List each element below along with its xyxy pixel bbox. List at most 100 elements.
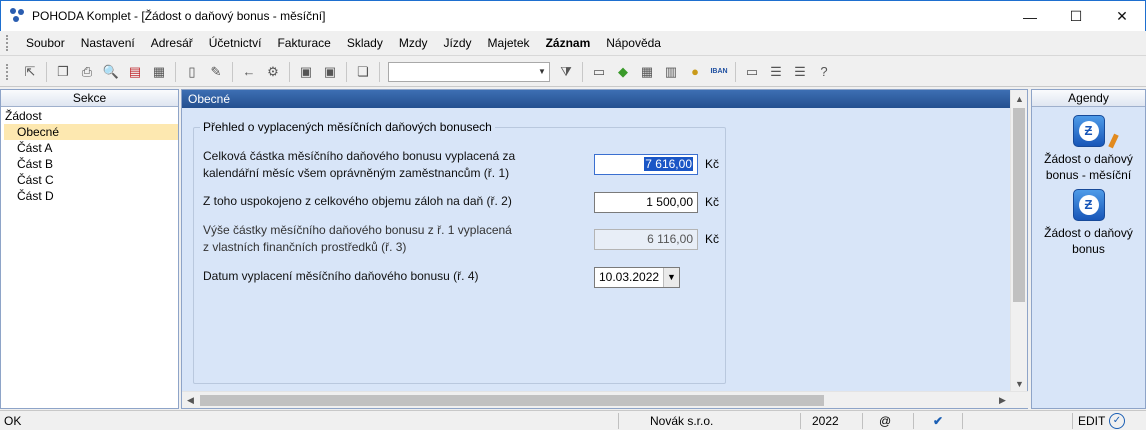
agendas-panel: Agendy Ƶ Žádost o daňový bonus - měsíční… xyxy=(1031,89,1146,409)
field-4-label: Datum vyplacení měsíčního daňového bonus… xyxy=(203,269,479,283)
toolbar-separator xyxy=(46,61,47,82)
chevron-down-icon[interactable]: ▼ xyxy=(663,268,679,287)
scroll-left-icon[interactable]: ◀ xyxy=(182,392,199,409)
vertical-scrollbar[interactable]: ▲ ▼ xyxy=(1010,90,1027,392)
tree-item-cast-c[interactable]: Část C xyxy=(1,172,175,188)
print-icon[interactable]: ⎙ xyxy=(77,62,97,82)
field-3-unit: Kč xyxy=(705,232,720,246)
payment-date-combo[interactable]: 10.03.2022 ▼ xyxy=(594,267,680,288)
toolbar-separator xyxy=(735,61,736,82)
document-icon[interactable]: ▯ xyxy=(182,62,202,82)
menu-mzdy[interactable]: Mzdy xyxy=(391,31,436,56)
status-divider xyxy=(618,413,619,429)
payment-date-value: 10.03.2022 xyxy=(599,270,660,284)
horizontal-scroll-thumb[interactable] xyxy=(200,395,824,406)
field-3-label-line-1: Výše částky měsíčního daňového bonusu z … xyxy=(203,223,512,237)
horizontal-scrollbar[interactable]: ◀ ▶ xyxy=(182,391,1028,408)
print-preview-icon[interactable]: 🔍 xyxy=(101,62,121,82)
tree-item-cast-b[interactable]: Část B xyxy=(1,156,175,172)
back-arrow-icon[interactable]: ← xyxy=(239,62,259,82)
menu-majetek[interactable]: Majetek xyxy=(480,31,538,56)
save-icon[interactable]: ▣ xyxy=(296,62,316,82)
menu-sklady[interactable]: Sklady xyxy=(339,31,391,56)
status-divider xyxy=(1072,413,1073,429)
status-divider xyxy=(862,413,863,429)
export-icon[interactable]: ▦ xyxy=(149,62,169,82)
maximize-button[interactable]: ☐ xyxy=(1053,1,1099,32)
toolbar-separator xyxy=(175,61,176,82)
menu-napoveda[interactable]: Nápověda xyxy=(598,31,669,56)
help-pointer-icon[interactable]: ? xyxy=(814,62,834,82)
signature-pen-icon: ✔ xyxy=(933,414,944,428)
menu-ucetnictvi[interactable]: Účetnictví xyxy=(201,31,270,56)
status-company: Novák s.r.o. xyxy=(650,414,714,428)
status-state: OK xyxy=(4,414,22,428)
agendas-header: Agendy xyxy=(1032,90,1145,107)
minimize-button[interactable]: — xyxy=(1007,1,1053,32)
filter-icon[interactable]: ⧩ xyxy=(556,62,576,82)
vertical-scroll-thumb[interactable] xyxy=(1013,108,1025,302)
tree-item-cast-d[interactable]: Část D xyxy=(1,188,175,204)
agenda-bonus-monthly[interactable]: Ƶ Žádost o daňový bonus - měsíční xyxy=(1032,115,1145,183)
field-2-unit: Kč xyxy=(705,195,720,209)
title-bar: POHODA Komplet - [Žádost o daňový bonus … xyxy=(0,0,1146,31)
toolbar-separator xyxy=(346,61,347,82)
iban-icon[interactable]: IBAN xyxy=(709,62,729,82)
tools-icon[interactable]: ✎ xyxy=(206,62,226,82)
form-panel: Obecné Přehled o vyplacených měsíčních d… xyxy=(181,89,1028,409)
advance-covered-input[interactable]: 1 500,00 xyxy=(594,192,698,213)
status-email-indicator: @ xyxy=(879,414,892,428)
tree-item-cast-a[interactable]: Část A xyxy=(1,140,175,156)
bonus-icon: Ƶ xyxy=(1072,189,1105,221)
status-divider xyxy=(913,413,914,429)
toolbar: ⇱ ❐ ⎙ 🔍 ▤ ▦ ▯ ✎ ← ⚙ ▣ ▣ ❏ ▼ ⧩ ▭ ◆ ▦ ▥ ● … xyxy=(0,57,1146,87)
open-agenda-icon[interactable]: ⇱ xyxy=(20,62,40,82)
menu-soubor[interactable]: Soubor xyxy=(18,31,73,56)
payment-icon[interactable]: ◆ xyxy=(613,62,633,82)
message-icon[interactable]: ▭ xyxy=(742,62,762,82)
edit-check-icon[interactable]: ✓ xyxy=(1109,413,1125,429)
menu-nastaveni[interactable]: Nastavení xyxy=(73,31,143,56)
tree-item-obecne[interactable]: Obecné xyxy=(4,124,178,140)
menu-jizdy[interactable]: Jízdy xyxy=(436,31,480,56)
field-1-label-line-2: kalendářní měsíc všem oprávněným zaměstn… xyxy=(203,166,510,180)
report-icon[interactable]: ☰ xyxy=(790,62,810,82)
save-as-icon[interactable]: ▣ xyxy=(320,62,340,82)
toolbar-search-combo[interactable]: ▼ xyxy=(388,61,550,82)
scroll-right-icon[interactable]: ▶ xyxy=(994,392,1011,409)
scroll-up-icon[interactable]: ▲ xyxy=(1011,90,1028,107)
toolbar-grip xyxy=(6,63,10,80)
status-divider xyxy=(962,413,963,429)
status-year: 2022 xyxy=(812,414,839,428)
field-1-label-line-1: Celková částka měsíčního daňového bonusu… xyxy=(203,149,516,163)
window-title: POHODA Komplet - [Žádost o daňový bonus … xyxy=(32,9,326,23)
pdf-icon[interactable]: ▤ xyxy=(125,62,145,82)
clipboard-icon[interactable]: ❏ xyxy=(353,62,373,82)
coins-icon[interactable]: ● xyxy=(685,62,705,82)
menu-grip xyxy=(6,35,10,51)
calendar-icon[interactable]: ▦ xyxy=(637,62,657,82)
agenda-bonus[interactable]: Ƶ Žádost o daňový bonus xyxy=(1032,189,1145,257)
list-icon[interactable]: ☰ xyxy=(766,62,786,82)
total-bonus-value: 7 616,00 xyxy=(644,157,693,171)
total-bonus-input[interactable]: 7 616,00 xyxy=(594,154,698,175)
settings-gear-icon[interactable]: ⚙ xyxy=(263,62,283,82)
toolbar-separator xyxy=(289,61,290,82)
sections-header: Sekce xyxy=(1,90,178,107)
menu-adresar[interactable]: Adresář xyxy=(143,31,201,56)
form-header: Obecné xyxy=(182,90,1027,108)
own-funds-input: 6 116,00 xyxy=(594,229,698,250)
calculator-icon[interactable]: ▥ xyxy=(661,62,681,82)
menu-fakturace[interactable]: Fakturace xyxy=(269,31,338,56)
status-divider xyxy=(800,413,801,429)
menu-zaznam[interactable]: Záznam xyxy=(538,31,599,56)
folder-icon[interactable]: ▭ xyxy=(589,62,609,82)
tree-root-zadost[interactable]: Žádost xyxy=(1,108,178,124)
scroll-down-icon[interactable]: ▼ xyxy=(1011,375,1028,392)
close-button[interactable]: ✕ xyxy=(1099,1,1145,32)
agenda-1-line-2: bonus - měsíční xyxy=(1045,168,1132,182)
agenda-1-line-1: Žádost o daňový xyxy=(1044,152,1133,166)
copy-icon[interactable]: ❐ xyxy=(53,62,73,82)
toolbar-separator xyxy=(582,61,583,82)
chevron-down-icon[interactable]: ▼ xyxy=(535,63,549,81)
